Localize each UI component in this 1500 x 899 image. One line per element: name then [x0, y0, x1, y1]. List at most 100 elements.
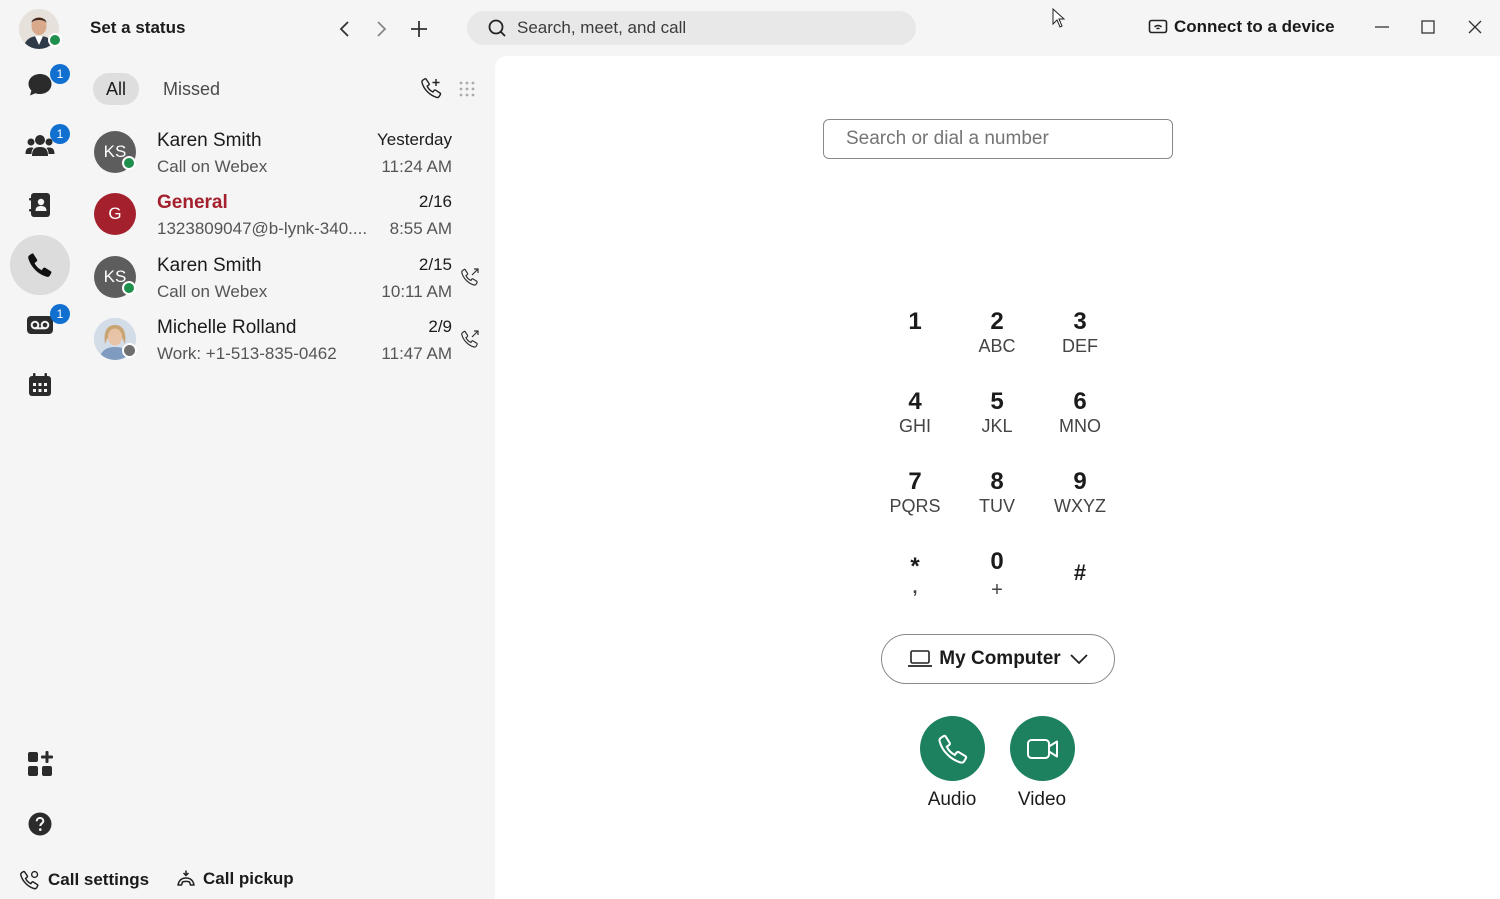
rail-calling[interactable]	[10, 235, 70, 295]
dialpad-key-star[interactable]: *,	[875, 554, 955, 614]
mouse-cursor-icon	[1052, 8, 1066, 28]
video-call-label: Video	[1017, 789, 1067, 810]
rail-apps[interactable]	[10, 734, 70, 794]
key-letters: DEF	[1062, 336, 1098, 356]
audio-call-label: Audio	[927, 789, 977, 810]
plus-icon	[411, 21, 427, 37]
call-detail: Call on Webex	[157, 157, 268, 176]
key-letters: WXYZ	[1054, 496, 1106, 516]
rail-meetings[interactable]	[10, 355, 70, 415]
contact-name: General	[157, 192, 228, 213]
dialpad-key-3[interactable]: 3 DEF	[1040, 309, 1120, 369]
back-button[interactable]	[330, 14, 360, 44]
callback-button[interactable]	[460, 267, 480, 292]
call-settings-link[interactable]: Call settings	[19, 869, 149, 891]
presence-away-indicator	[122, 343, 137, 358]
key-letters: +	[991, 579, 1003, 601]
audio-call-button[interactable]	[920, 716, 985, 781]
contact-name: Karen Smith	[157, 130, 262, 151]
key-digit: 8	[990, 468, 1004, 495]
dialpad-key-5[interactable]: 5 JKL	[957, 389, 1037, 449]
space-avatar: G	[94, 193, 136, 235]
close-icon	[1468, 20, 1482, 34]
key-letters: PQRS	[889, 496, 941, 516]
call-date: 2/15	[418, 255, 452, 274]
global-search-bar[interactable]: Search, meet, and call	[467, 11, 916, 45]
call-time: 10:11 AM	[381, 282, 452, 301]
dialpad-key-1[interactable]: 1	[875, 309, 955, 369]
help-icon	[28, 812, 52, 836]
rail-help[interactable]	[10, 794, 70, 854]
set-status-button[interactable]: Set a status	[90, 18, 185, 38]
call-device-label: My Computer	[939, 648, 1061, 669]
call-pickup-link[interactable]: Call pickup	[176, 869, 294, 889]
callback-button[interactable]	[460, 329, 480, 354]
minimize-button[interactable]	[1367, 12, 1397, 42]
presence-indicator	[122, 281, 136, 295]
dialpad-key-8[interactable]: 8 TUV	[957, 469, 1037, 529]
chevron-right-icon	[377, 21, 387, 37]
laptop-icon	[908, 650, 933, 667]
key-digit: 0	[990, 548, 1004, 575]
key-letters: TUV	[979, 496, 1015, 516]
messaging-badge: 1	[50, 64, 70, 84]
call-settings-shortcut[interactable]	[420, 76, 446, 102]
contacts-book-icon	[29, 193, 50, 217]
dial-number-input[interactable]	[823, 119, 1173, 159]
call-date: Yesterday	[377, 130, 452, 149]
chevron-down-icon	[1070, 654, 1088, 665]
phone-icon	[28, 253, 52, 277]
calendar-icon	[29, 373, 51, 396]
call-date: 2/9	[428, 317, 452, 336]
close-window-button[interactable]	[1460, 12, 1490, 42]
call-time: 11:24 AM	[381, 157, 452, 176]
call-history-row[interactable]: KS Karen Smith Call on Webex Yesterday 1…	[86, 122, 486, 184]
dialpad-key-0[interactable]: 0 +	[957, 549, 1037, 609]
dialpad-key-4[interactable]: 4 GHI	[875, 389, 955, 449]
call-history-row[interactable]: Michelle Rolland Work: +1-513-835-0462 2…	[86, 309, 486, 371]
key-digit: 6	[1073, 388, 1087, 415]
video-call-button[interactable]	[1010, 716, 1075, 781]
keypad-grid-icon	[459, 81, 475, 97]
key-letters: ,	[912, 577, 918, 597]
contact-name: Michelle Rolland	[157, 317, 297, 338]
rail-contacts[interactable]	[10, 175, 70, 235]
key-letters: JKL	[981, 416, 1013, 436]
filter-all-tab[interactable]: All	[93, 73, 139, 105]
call-pickup-label: Call pickup	[203, 869, 294, 888]
dialpad-toggle[interactable]	[458, 80, 476, 103]
dialpad-key-2[interactable]: 2 ABC	[957, 309, 1037, 369]
maximize-icon	[1421, 20, 1435, 34]
call-device-selector[interactable]: My Computer	[881, 634, 1115, 684]
call-history-row[interactable]: KS Karen Smith Call on Webex 2/15 10:11 …	[86, 247, 486, 309]
apps-grid-icon	[28, 751, 53, 776]
call-time: 11:47 AM	[381, 344, 452, 363]
maximize-button[interactable]	[1413, 12, 1443, 42]
key-letters: ABC	[978, 336, 1016, 356]
connect-device-button[interactable]: Connect to a device	[1148, 17, 1335, 37]
teams-badge: 1	[50, 124, 70, 144]
dialpad-key-6[interactable]: 6 MNO	[1040, 389, 1120, 449]
forward-button[interactable]	[366, 14, 396, 44]
key-digit: 7	[908, 468, 922, 495]
phone-icon	[937, 734, 967, 764]
new-button[interactable]	[404, 14, 434, 44]
dialpad-key-7[interactable]: 7 PQRS	[875, 469, 955, 529]
key-digit: 5	[990, 388, 1004, 415]
dialpad-key-hash[interactable]: #	[1040, 560, 1120, 620]
key-digit: 4	[908, 388, 922, 415]
key-letters: GHI	[898, 416, 931, 436]
call-date: 2/16	[418, 192, 452, 211]
call-time: 8:55 AM	[389, 219, 452, 238]
video-camera-icon	[1026, 738, 1058, 759]
phone-settings-icon	[421, 77, 442, 99]
minimize-icon	[1375, 26, 1389, 28]
title-bar: Set a status Search, meet, and call Conn…	[0, 0, 1500, 56]
key-digit: 2	[990, 308, 1004, 335]
dialpad-key-9[interactable]: 9 WXYZ	[1040, 469, 1120, 529]
phone-settings-icon	[20, 870, 39, 890]
call-history-row[interactable]: G General 1323809047@b-lynk-340.... 2/16…	[86, 184, 486, 246]
presence-indicator	[122, 156, 136, 170]
outgoing-call-icon	[461, 268, 479, 286]
filter-missed-tab[interactable]: Missed	[163, 79, 220, 100]
